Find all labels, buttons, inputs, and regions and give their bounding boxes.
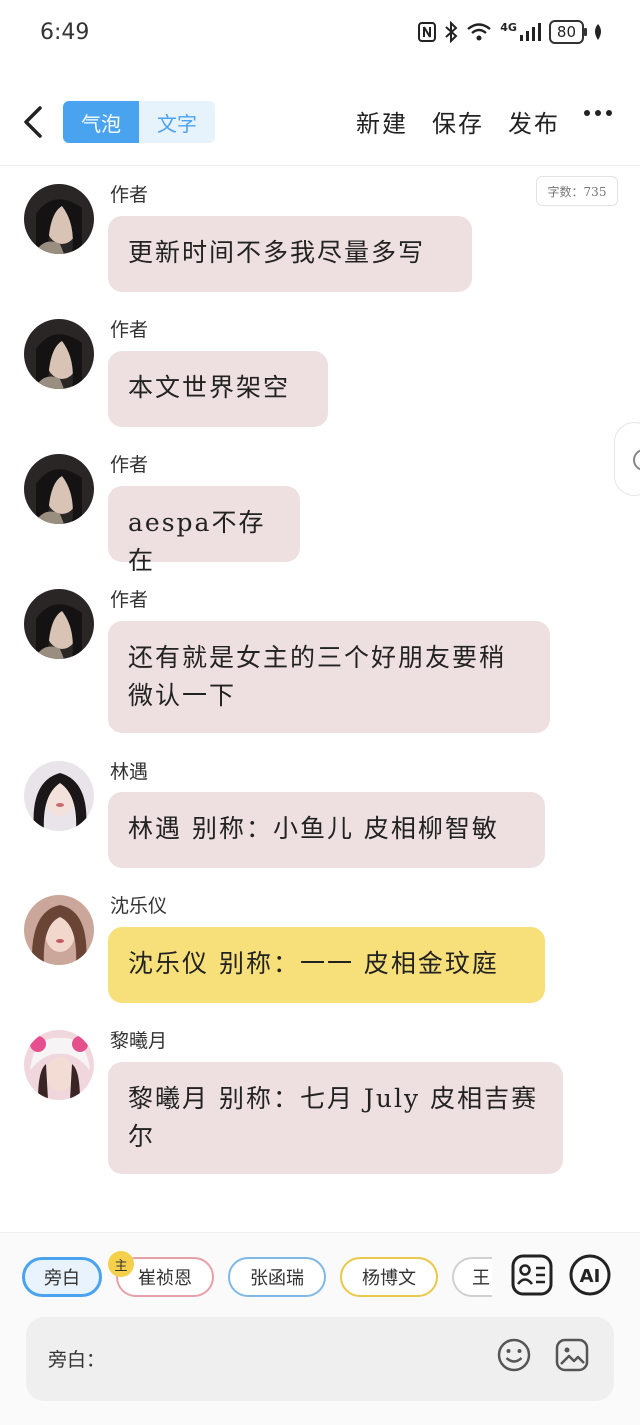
character-chip[interactable]: 王: [452, 1257, 492, 1297]
wifi-icon: [467, 23, 491, 41]
bluetooth-icon: [445, 21, 458, 43]
avatar[interactable]: [24, 761, 94, 831]
top-toolbar: 气泡 文字 新建 保存 发布: [0, 92, 640, 152]
sender-name: 作者: [110, 589, 149, 611]
publish-button[interactable]: 发布: [508, 104, 560, 139]
battery-indicator: 80: [548, 20, 588, 44]
signal-icon: [519, 23, 541, 41]
message-bubble[interactable]: 林遇 别称：小鱼儿 皮相柳智敏: [108, 792, 545, 868]
ai-icon[interactable]: AI: [568, 1253, 612, 1297]
hand-icon: [633, 449, 640, 471]
status-time: 6:49: [40, 20, 90, 45]
header-divider: [0, 165, 640, 166]
emoji-icon[interactable]: [496, 1337, 532, 1373]
message-bubble[interactable]: 沈乐仪 别称：一一 皮相金玟庭: [108, 927, 545, 1003]
character-chip[interactable]: 张函瑞: [228, 1257, 326, 1297]
sender-name: 黎曦月: [110, 1030, 168, 1052]
new-button[interactable]: 新建: [356, 104, 408, 139]
sender-name: 作者: [110, 454, 149, 476]
avatar[interactable]: [24, 589, 94, 659]
message-bubble[interactable]: 还有就是女主的三个好朋友要稍微认一下: [108, 621, 550, 733]
tab-bubble[interactable]: 气泡: [63, 101, 139, 143]
nfc-icon: [418, 22, 437, 42]
message-bubble[interactable]: 本文世界架空: [108, 351, 328, 427]
sender-name: 作者: [110, 319, 149, 341]
avatar[interactable]: [24, 184, 94, 254]
avatar[interactable]: [24, 319, 94, 389]
status-bar: 6:49 4G 80: [0, 0, 640, 66]
message-bubble[interactable]: 更新时间不多我尽量多写: [108, 216, 472, 292]
svg-text:AI: AI: [580, 1266, 601, 1287]
network-type: 4G: [500, 20, 517, 34]
composer-panel: 旁白 崔祯恩 主 张函瑞 杨博文 王 AI 旁白：: [0, 1232, 640, 1425]
message-input[interactable]: 旁白：: [26, 1317, 614, 1401]
avatar[interactable]: [24, 1030, 94, 1100]
avatar[interactable]: [24, 895, 94, 965]
sender-name: 作者: [110, 184, 149, 206]
main-character-badge: 主: [108, 1251, 134, 1277]
character-chip[interactable]: 杨博文: [340, 1257, 438, 1297]
side-float-tab[interactable]: [614, 422, 640, 496]
sender-name: 林遇: [110, 761, 149, 783]
character-chip-narrator[interactable]: 旁白: [22, 1257, 102, 1297]
avatar[interactable]: [24, 454, 94, 524]
tab-text[interactable]: 文字: [139, 101, 215, 143]
save-button[interactable]: 保存: [432, 104, 484, 139]
more-icon[interactable]: [584, 110, 612, 116]
leaf-icon: [595, 24, 601, 40]
contact-card-icon[interactable]: [510, 1253, 554, 1297]
sender-name: 沈乐仪: [110, 895, 168, 917]
message-bubble[interactable]: 黎曦月 别称：七月 July 皮相吉赛尔: [108, 1062, 563, 1174]
input-speaker-prefix: 旁白：: [48, 1349, 106, 1371]
word-count-badge: 字数：735: [536, 176, 618, 206]
image-icon[interactable]: [554, 1337, 590, 1373]
status-icons: 4G 80: [418, 20, 604, 44]
back-icon[interactable]: [20, 104, 48, 140]
message-bubble[interactable]: aespa不存在: [108, 486, 300, 575]
mode-toggle: 气泡 文字: [63, 101, 215, 143]
